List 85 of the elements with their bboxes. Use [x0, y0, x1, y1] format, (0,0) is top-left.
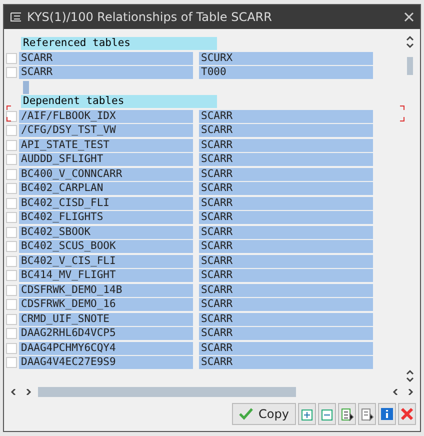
row-checkbox[interactable]	[6, 256, 17, 266]
row-checkbox[interactable]	[6, 140, 17, 150]
row-checkbox[interactable]	[6, 284, 17, 296]
table-cell: SCARR	[199, 327, 373, 340]
table-cell: CDSFRWK_DEMO_16	[19, 298, 193, 311]
scroll-down-icon[interactable]	[406, 377, 414, 383]
close-icon[interactable]	[398, 403, 416, 425]
text-cursor	[23, 80, 29, 94]
selection-corner-icon	[6, 105, 11, 122]
table-cell: AUDDD_SFLIGHT	[19, 153, 193, 166]
row-checkbox[interactable]	[6, 183, 17, 194]
scroll-left-icon[interactable]	[10, 389, 18, 395]
row-checkbox[interactable]	[6, 52, 17, 64]
table-cell: SCARR	[199, 226, 373, 238]
table-cell: BC402_SBOOK	[19, 226, 193, 238]
row-checkbox[interactable]	[6, 241, 17, 252]
selection-corner-icon	[400, 105, 405, 122]
scroll-down-icon[interactable]	[406, 43, 414, 49]
table-cell: DAAG4PCHMY6CQY4	[19, 342, 193, 354]
table-cell: SCARR	[199, 312, 373, 326]
row-checkbox[interactable]	[6, 226, 17, 238]
close-icon[interactable]	[404, 12, 414, 22]
table-cell: BC402_SCUS_BOOK	[19, 240, 193, 253]
table-cell: SCARR	[199, 168, 373, 180]
table-cell: SCARR	[199, 138, 373, 152]
row-checkbox[interactable]	[6, 270, 17, 281]
table-cell: SCARR	[199, 269, 373, 282]
table-cell: SCARR	[199, 356, 373, 369]
scroll-right-icon[interactable]	[406, 389, 414, 395]
scroll-left-icon[interactable]	[392, 389, 400, 395]
table-cell: SCARR	[199, 110, 373, 122]
table-cell: SCARR	[19, 66, 193, 79]
row-checkbox[interactable]	[6, 357, 17, 368]
table-cell: /CFG/DSY_TST_VW	[19, 124, 193, 137]
row-checkbox[interactable]	[6, 110, 17, 122]
table-cell: SCARR	[19, 52, 193, 64]
scrollbar-thumb[interactable]	[407, 57, 413, 75]
scroll-right-icon[interactable]	[24, 389, 32, 395]
table-cell: BC400_V_CONNCARR	[19, 168, 193, 180]
list-icon[interactable]	[338, 403, 356, 425]
table-cell: BC402_CARPLAN	[19, 182, 193, 195]
table-cell: DAAG4V4EC27E9S9	[19, 356, 193, 369]
window-title: KYS(1)/100 Relationships of Table SCARR	[27, 10, 273, 24]
document-icon[interactable]	[358, 403, 376, 425]
scroll-up-icon[interactable]	[406, 369, 414, 375]
window-icon	[10, 12, 22, 22]
checkmark-icon	[238, 408, 253, 420]
row-checkbox[interactable]	[6, 125, 17, 136]
row-checkbox[interactable]	[6, 198, 17, 208]
table-cell: SCARR	[199, 284, 373, 296]
table-cell: T000	[199, 66, 373, 79]
table-cell: CDSFRWK_DEMO_14B	[19, 284, 193, 296]
table-cell: SCARR	[199, 182, 373, 195]
table-cell: SCARR	[199, 196, 373, 210]
table-cell: SCARR	[199, 124, 373, 137]
row-checkbox[interactable]	[6, 299, 17, 310]
scroll-up-icon[interactable]	[406, 35, 414, 41]
row-checkbox[interactable]	[6, 328, 17, 339]
info-icon[interactable]	[378, 403, 396, 425]
row-checkbox[interactable]	[6, 168, 17, 180]
table-cell: SCURX	[199, 52, 373, 64]
table-cell: SCARR	[199, 298, 373, 311]
row-checkbox[interactable]	[6, 212, 17, 223]
row-checkbox[interactable]	[6, 154, 17, 165]
table-cell: BC402_V_CIS_FLI	[19, 254, 193, 268]
section-header: Referenced tables	[21, 37, 217, 50]
table-cell: BC402_CISD_FLI	[19, 196, 193, 210]
table-cell: DAAG2RHL6D4VCP5	[19, 327, 193, 340]
table-cell: SCARR	[199, 153, 373, 166]
table-cell: API_STATE_TEST	[19, 138, 193, 152]
table-cell: BC402_FLIGHTS	[19, 211, 193, 224]
table-cell: SCARR	[199, 342, 373, 354]
horizontal-scrollbar[interactable]	[38, 387, 296, 397]
table-cell: SCARR	[199, 211, 373, 224]
copy-button[interactable]: Copy	[232, 403, 296, 425]
table-cell: SCARR	[199, 254, 373, 268]
row-checkbox[interactable]	[6, 314, 17, 324]
expand-icon[interactable]	[298, 403, 316, 425]
table-cell: /AIF/FLBOOK_IDX	[19, 110, 193, 122]
row-checkbox[interactable]	[6, 67, 17, 78]
section-header: Dependent tables	[21, 95, 217, 108]
table-cell: CRMD_UIF_SNOTE	[19, 312, 193, 326]
table-cell: BC414_MV_FLIGHT	[19, 269, 193, 282]
table-cell: SCARR	[199, 240, 373, 253]
row-checkbox[interactable]	[6, 342, 17, 354]
